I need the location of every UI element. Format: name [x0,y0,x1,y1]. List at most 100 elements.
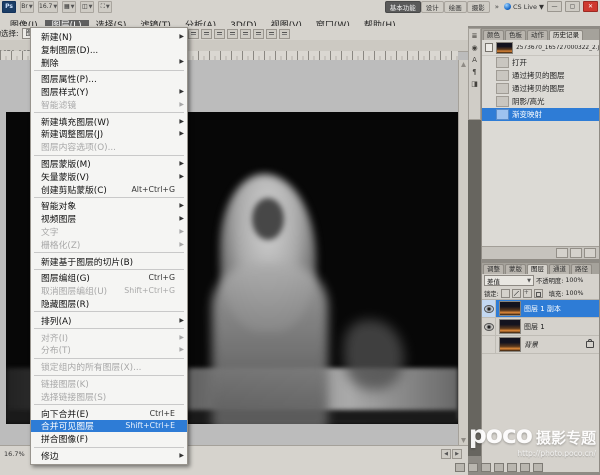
layer-menu-item[interactable]: 创建剪贴蒙版(C)Alt+Ctrl+G [31,183,187,196]
character-panel-icon[interactable]: A [472,56,477,64]
panel-tab[interactable]: 颜色 [483,30,504,40]
status-zoom[interactable]: 16.7% [4,450,25,458]
screen-mode-icon[interactable]: ⛶▼ [98,1,112,13]
layer-menu-item[interactable]: 新建(N)▶ [31,30,187,43]
menu-separator [34,155,184,156]
layer-menu-item[interactable]: 修边▶ [31,449,187,462]
panel-tab[interactable]: 蒙版 [505,264,526,274]
delete-layer-icon[interactable] [533,463,543,472]
layer-style-icon[interactable] [468,463,478,472]
layer-menu-item[interactable]: 复制图层(D)... [31,43,187,56]
brush-panel-icon[interactable]: ≣ [472,32,478,40]
new-group-icon[interactable] [507,463,517,472]
lock-position-icon[interactable] [523,289,532,298]
panel-tab[interactable]: 色板 [505,30,526,40]
layer-row[interactable]: 图层 1 [482,318,599,336]
history-state[interactable]: 渐变映射 [482,108,599,121]
arrange-documents-icon[interactable]: ◫▼ [80,1,94,13]
history-state[interactable]: 通过拷贝的图层 [482,82,599,95]
history-state[interactable]: 打开 [482,56,599,69]
panel-tab[interactable]: 图层 [527,264,548,274]
history-brush-source-icon[interactable] [485,43,493,52]
workspace-button[interactable]: 设计 [421,1,444,13]
scroll-right-icon[interactable]: ▶ [452,449,462,459]
layer-menu-item[interactable]: 新建填充图层(W)▶ [31,115,187,128]
visibility-toggle[interactable] [482,336,496,353]
menubar: 文件(F)编辑(E)图像(I)图层(L)选择(S)滤镜(T)分析(A)3D(D)… [0,13,600,27]
panel-tab[interactable]: 路径 [571,264,592,274]
panel-tab[interactable]: 动作 [527,30,548,40]
history-snapshot-row[interactable]: 2573670_165727000322_2.jpg [482,40,599,56]
layer-thumbnail [499,319,521,334]
adjustment-layer-icon[interactable] [494,463,504,472]
layer-row[interactable]: 图层 1 副本 [482,300,599,318]
layer-menu-item[interactable]: 智能对象▶ [31,200,187,213]
layer-menu-item[interactable]: 视频图层▶ [31,212,187,225]
panel-tab[interactable]: 调整 [483,264,504,274]
app-bar-tools: Ps Br▼ 16.7▼ ▦▼ ◫▼ ⛶▼ [0,1,112,13]
workspace-button[interactable]: 摄影 [467,1,490,13]
layer-menu-item[interactable]: 排列(A)▶ [31,314,187,327]
visibility-toggle[interactable] [482,318,496,335]
layer-menu-item[interactable]: 向下合并(E)Ctrl+E [31,407,187,420]
layer-menu-item[interactable]: 隐藏图层(R) [31,297,187,310]
align-buttons [188,29,290,39]
new-document-from-state-icon[interactable] [556,248,568,258]
layer-menu-item[interactable]: 删除▶ [31,56,187,69]
distribute-top-edges-icon[interactable] [266,29,277,39]
submenu-arrow-icon: ▶ [179,202,184,209]
menu-separator [34,112,184,113]
fill-value[interactable]: 100% [565,290,583,297]
layer-menu-item[interactable]: 图层蒙版(M)▶ [31,157,187,170]
lock-pixels-icon[interactable] [512,289,521,298]
history-state[interactable]: 阴影/高光 [482,95,599,108]
layer-menu-item: 图层内容选项(O)... [31,140,187,153]
cs-live-button[interactable]: CS Live▼ [504,3,544,11]
workspace-switcher: 基本功能设计绘画摄影 [385,1,490,13]
layer-menu-item[interactable]: 新建基于图层的切片(B) [31,255,187,268]
blend-mode-dropdown[interactable]: 差值▼ [484,275,534,286]
history-state-icon [496,83,509,94]
view-extras-icon[interactable]: ▦▼ [62,1,76,13]
layer-row[interactable]: 背景 [482,336,599,354]
paragraph-panel-icon[interactable]: ¶ [472,68,476,76]
layer-menu-item[interactable]: 拼合图像(F) [31,432,187,445]
new-snapshot-icon[interactable] [570,248,582,258]
zoom-level-box[interactable]: 16.7▼ [38,1,58,13]
align-horizontal-centers-icon[interactable] [240,29,251,39]
layer-menu-item[interactable]: 图层属性(P)... [31,72,187,85]
layer-menu-item[interactable]: 图层编组(G)Ctrl+G [31,272,187,285]
opacity-value[interactable]: 100% [565,277,583,284]
workspace-button[interactable]: 绘画 [444,1,467,13]
lock-transparency-icon[interactable] [501,289,510,298]
workspace-button[interactable]: 基本功能 [385,1,421,13]
maximize-button[interactable]: ▢ [565,1,580,12]
layer-menu-item[interactable]: 矢量蒙版(V)▶ [31,170,187,183]
align-top-edges-icon[interactable] [188,29,199,39]
align-vertical-centers-icon[interactable] [201,29,212,39]
distribute-vertical-centers-icon[interactable] [279,29,290,39]
bridge-launcher-icon[interactable]: Br▼ [20,1,34,13]
align-right-edges-icon[interactable] [253,29,264,39]
new-layer-icon[interactable] [520,463,530,472]
panel-tab[interactable]: 通道 [549,264,570,274]
align-bottom-edges-icon[interactable] [214,29,225,39]
layer-menu-item[interactable]: 图层样式(Y)▶ [31,85,187,98]
align-left-edges-icon[interactable] [227,29,238,39]
close-button[interactable]: ✕ [583,1,598,12]
more-workspaces-button[interactable]: » [493,3,501,11]
layer-menu-item[interactable]: 新建调整图层(J)▶ [31,128,187,141]
add-layer-mask-icon[interactable] [481,463,491,472]
history-state[interactable]: 通过拷贝的图层 [482,69,599,82]
layer-menu-item: 锁定组内的所有图层(X)... [31,360,187,373]
minimize-button[interactable]: — [547,1,562,12]
layer-menu-item[interactable]: 合并可见图层Shift+Ctrl+E [31,420,187,433]
lock-all-icon[interactable] [534,289,543,298]
scroll-left-icon[interactable]: ◀ [441,449,451,459]
visibility-toggle[interactable] [482,300,496,317]
delete-state-icon[interactable] [584,248,596,258]
masks-panel-icon[interactable]: ◨ [471,80,478,88]
clone-source-panel-icon[interactable]: ◉ [471,44,477,52]
panel-tab[interactable]: 历史记录 [549,30,583,40]
link-layers-icon[interactable] [455,463,465,472]
